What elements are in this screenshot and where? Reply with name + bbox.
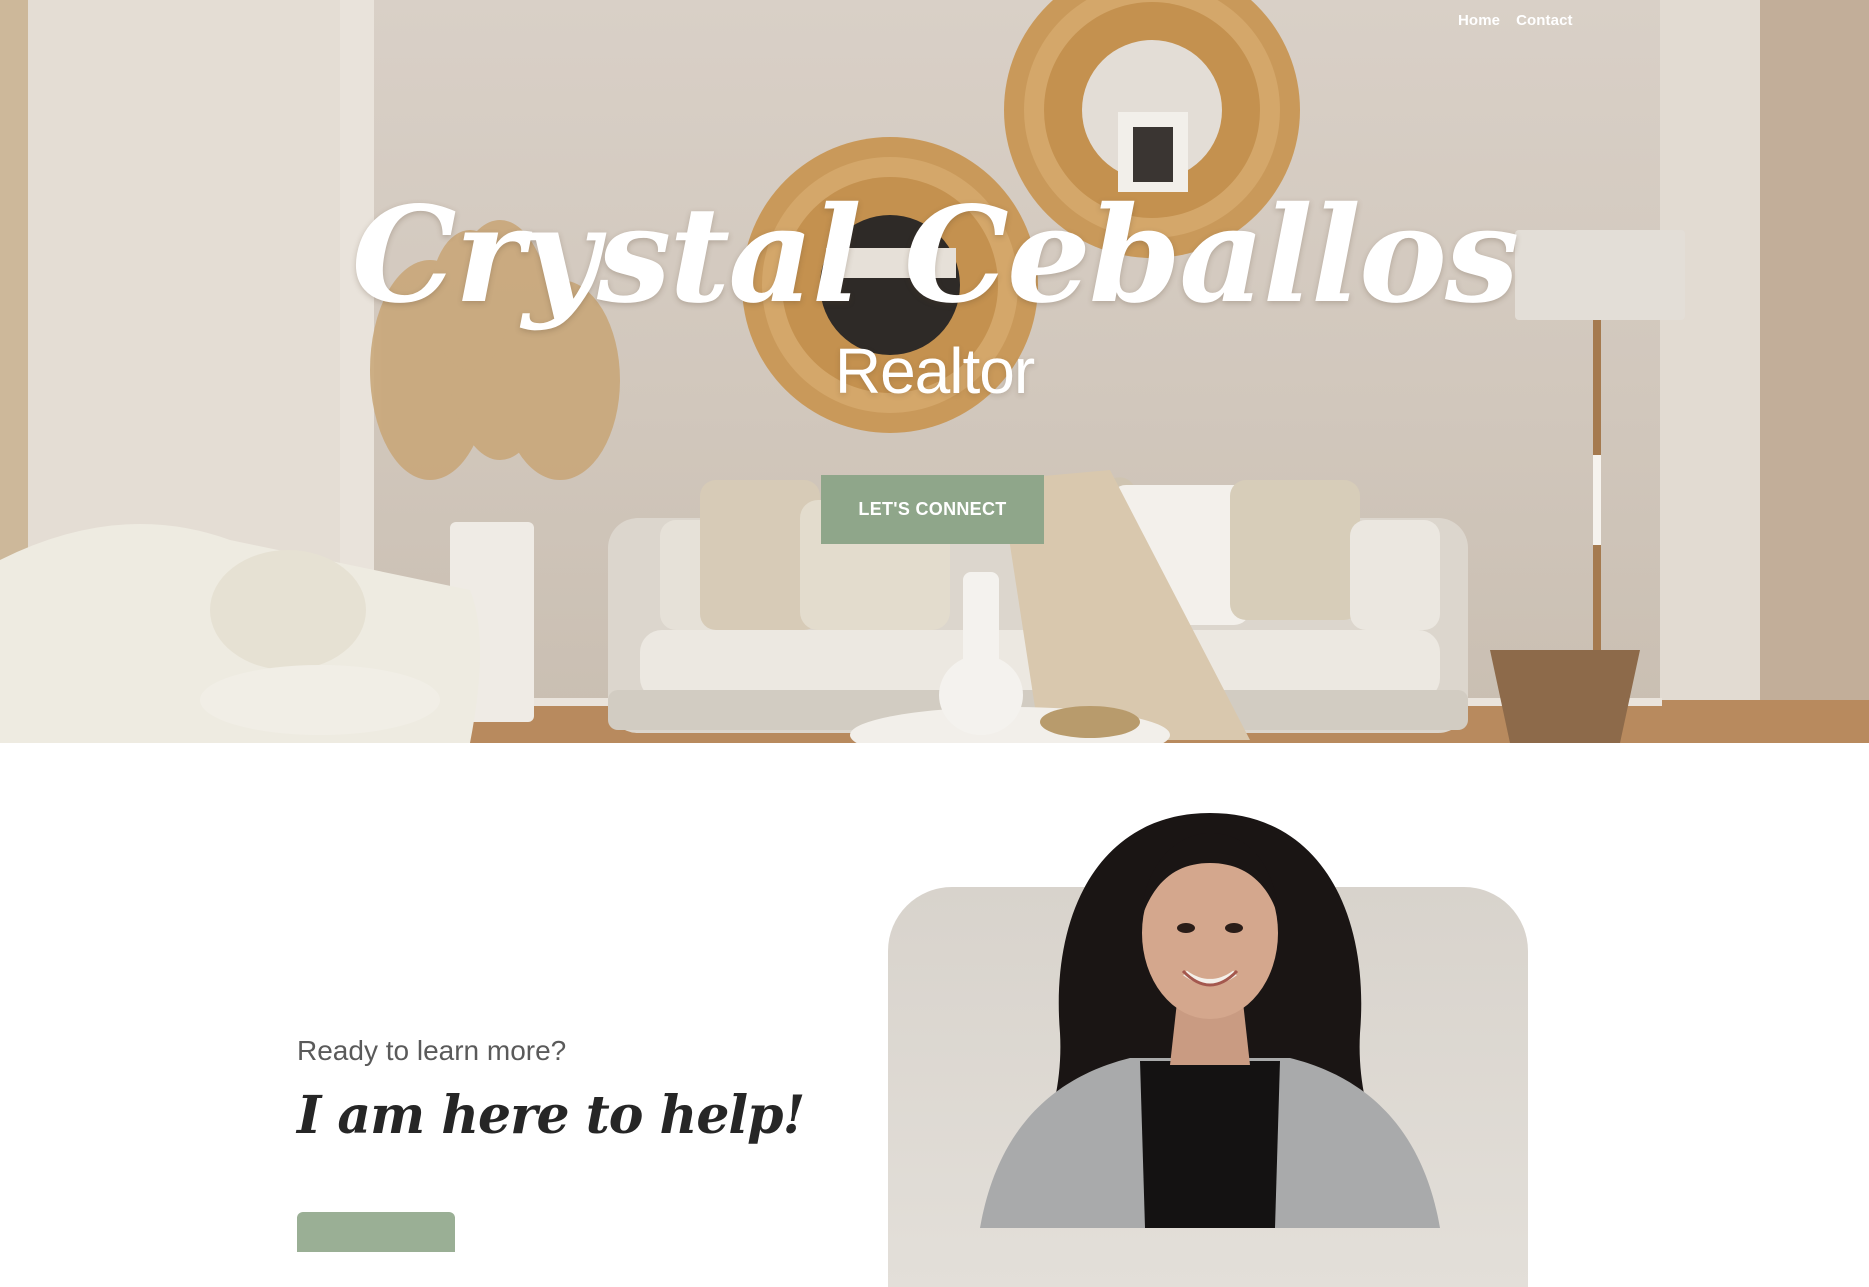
hero-subtitle: Realtor — [834, 335, 1035, 407]
nav-home-link[interactable]: Home — [1458, 12, 1500, 29]
lets-connect-button[interactable]: LET'S CONNECT — [821, 475, 1044, 544]
about-headline: I am here to help! — [297, 1085, 805, 1146]
realtor-portrait-photo — [980, 813, 1440, 1228]
about-cta-button[interactable] — [297, 1212, 455, 1252]
hero-section: Home Contact Crystal Ceballos Realtor LE… — [0, 0, 1869, 743]
about-section: Ready to learn more? I am here to help! — [0, 743, 1869, 1287]
hero-name-title: Crystal Ceballos — [351, 178, 1520, 333]
about-eyebrow: Ready to learn more? — [297, 1035, 567, 1066]
nav-contact-link[interactable]: Contact — [1516, 12, 1573, 29]
top-nav: Home Contact — [1458, 12, 1573, 29]
